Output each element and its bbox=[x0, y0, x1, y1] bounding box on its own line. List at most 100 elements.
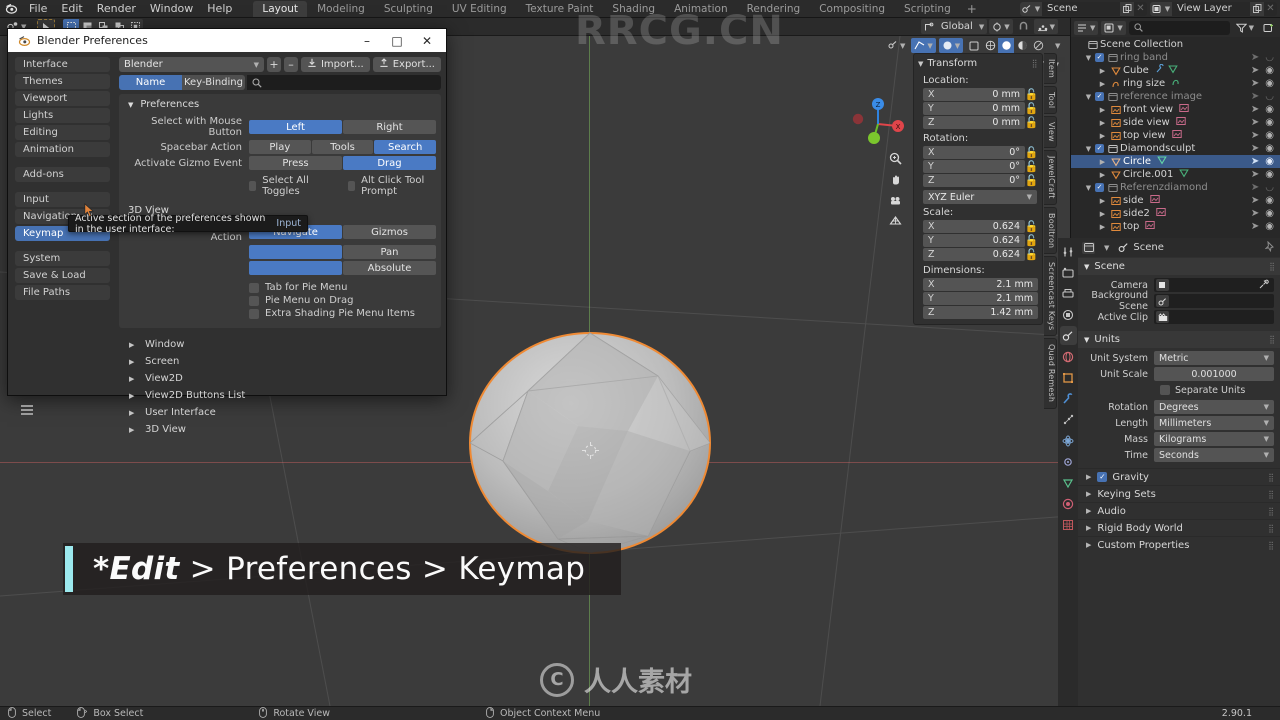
rotation-z-field[interactable]: Z 0° bbox=[923, 174, 1025, 187]
mass-units-dropdown[interactable]: Kilograms ▼ bbox=[1154, 432, 1274, 446]
remove-icon[interactable]: ✕ bbox=[1264, 3, 1277, 14]
sidebar-item-file-paths[interactable]: File Paths bbox=[15, 285, 110, 300]
render-icon[interactable] bbox=[1060, 263, 1077, 282]
lock-open-icon[interactable]: 🔓 bbox=[1025, 248, 1039, 261]
sidebar-item-input[interactable]: Input bbox=[15, 192, 110, 207]
restrict-select-icon[interactable]: ➤ bbox=[1251, 130, 1259, 141]
separate-units-row[interactable]: Separate Units bbox=[1084, 383, 1274, 397]
gravity-checkbox[interactable] bbox=[1097, 472, 1108, 482]
scene-name-value[interactable]: Scene bbox=[1042, 3, 1120, 14]
rotation-mode-dropdown[interactable]: XYZ Euler ▼ bbox=[923, 190, 1037, 204]
chevron-down-icon[interactable]: ▼ bbox=[1083, 184, 1094, 192]
restrict-select-icon[interactable]: ➤ bbox=[1251, 65, 1259, 76]
alt-click-tool-prompt-checkbox[interactable] bbox=[347, 181, 356, 191]
sidebar-tab-screencast-keys[interactable]: Screencast Keys bbox=[1044, 256, 1057, 337]
option-search[interactable]: Search bbox=[374, 140, 437, 154]
gravity-panel-header[interactable]: ▶ Gravity ⣿ bbox=[1078, 468, 1280, 485]
dimensions-z-field[interactable]: Z 1.42 mm bbox=[923, 306, 1038, 319]
show-gizmo-icon[interactable]: ▼ bbox=[884, 38, 908, 53]
keymap-search-input[interactable] bbox=[247, 75, 441, 90]
extra-shading-pie-menu-items-check[interactable]: Extra Shading Pie Menu Items bbox=[249, 307, 436, 320]
outliner-row-side[interactable]: ▶ side ➤ ◉ bbox=[1071, 194, 1280, 207]
filter-icon[interactable]: ▼ bbox=[1233, 21, 1257, 35]
chevron-down-icon[interactable]: ▼ bbox=[1083, 145, 1094, 153]
restrict-select-icon[interactable]: ➤ bbox=[1251, 182, 1259, 193]
add-preset-button[interactable]: + bbox=[266, 57, 281, 72]
time-units-dropdown[interactable]: Seconds ▼ bbox=[1154, 448, 1274, 462]
restrict-select-icon[interactable]: ➤ bbox=[1251, 104, 1259, 115]
export-keymap-button[interactable]: Export... bbox=[372, 57, 441, 72]
tool-icon[interactable] bbox=[1060, 242, 1077, 261]
collection-checkbox[interactable] bbox=[1094, 144, 1105, 153]
remove-preset-button[interactable]: – bbox=[283, 57, 298, 72]
collection-checkbox[interactable] bbox=[1094, 53, 1105, 62]
close-button[interactable]: ✕ bbox=[412, 30, 442, 52]
keying-sets-panel-header[interactable]: ▶ Keying Sets ⣿ bbox=[1078, 485, 1280, 502]
scene-icon[interactable]: ▼ bbox=[1020, 1, 1042, 16]
outliner-search-input[interactable] bbox=[1128, 20, 1230, 35]
image-data-icon[interactable] bbox=[1145, 220, 1156, 233]
mesh-data-icon[interactable] bbox=[1168, 64, 1178, 77]
option-tools[interactable]: Tools bbox=[311, 140, 374, 154]
keymap-row-user-interface[interactable]: ▶ User Interface bbox=[129, 404, 441, 421]
workspace-tab-uv-editing[interactable]: UV Editing bbox=[443, 1, 516, 17]
hide-icon[interactable]: ◉ bbox=[1265, 78, 1274, 89]
sidebar-item-interface[interactable]: Interface bbox=[15, 57, 110, 72]
units-panel-header[interactable]: ▼ Units ⣿ bbox=[1078, 331, 1280, 348]
pie-menu-on-drag-checkbox[interactable] bbox=[249, 295, 259, 306]
outliner-editor-type-icon[interactable]: ▼ bbox=[1074, 20, 1099, 35]
navigation-gizmo[interactable]: X Z bbox=[848, 94, 904, 150]
location-x-field[interactable]: X 0 mm bbox=[923, 88, 1025, 101]
scale-y-field[interactable]: Y 0.624 bbox=[923, 234, 1025, 247]
chevron-down-icon[interactable]: ▼ bbox=[1083, 93, 1094, 101]
option-right[interactable]: Right bbox=[343, 120, 436, 134]
sidebar-tab-jewelcraft[interactable]: JewelCraft bbox=[1044, 150, 1057, 205]
keymap-row-3d-view[interactable]: ▶ 3D View bbox=[129, 421, 441, 438]
option-left[interactable]: Left bbox=[249, 120, 342, 134]
lock-open-icon[interactable]: 🔓 bbox=[1025, 146, 1039, 159]
magnet-icon[interactable] bbox=[1015, 19, 1032, 34]
shading-dropdown-caret[interactable]: ▼ bbox=[1049, 38, 1064, 53]
hamburger-menu-icon[interactable] bbox=[20, 404, 34, 419]
rotation-x-field[interactable]: X 0° bbox=[923, 146, 1025, 159]
view-layer-icon[interactable]: ▼ bbox=[1150, 1, 1172, 16]
filter-tab-key-binding[interactable]: Key-Binding bbox=[182, 75, 245, 90]
chevron-right-icon[interactable]: ▶ bbox=[1097, 132, 1108, 140]
chevron-right-icon[interactable]: ▶ bbox=[1097, 67, 1108, 75]
pin-icon[interactable] bbox=[1264, 240, 1276, 255]
keymap-row-view2d[interactable]: ▶ View2D bbox=[129, 370, 441, 387]
outliner-row-ring-band[interactable]: ▼ ring band ➤◡ bbox=[1071, 51, 1280, 64]
sidebar-tab-booltron[interactable]: Booltron bbox=[1044, 206, 1057, 255]
sidebar-tab-quad-remesh[interactable]: Quad Remesh bbox=[1044, 338, 1057, 409]
minimize-button[interactable]: – bbox=[352, 30, 382, 52]
scale-x-field[interactable]: X 0.624 bbox=[923, 220, 1025, 233]
outliner-row-cube[interactable]: ▶ Cube ➤ ◉ bbox=[1071, 63, 1280, 77]
chevron-right-icon[interactable]: ▶ bbox=[1097, 119, 1108, 127]
dimensions-y-field[interactable]: Y 2.1 mm bbox=[923, 292, 1038, 305]
hide-icon[interactable]: ◉ bbox=[1265, 156, 1274, 167]
snap-target-dropdown[interactable]: ▼ bbox=[989, 19, 1013, 34]
lock-open-icon[interactable]: 🔓 bbox=[1025, 160, 1039, 173]
outliner-row-top[interactable]: ▶ top ➤ ◉ bbox=[1071, 220, 1280, 233]
hide-icon[interactable]: ◉ bbox=[1265, 117, 1274, 128]
blender-logo-icon[interactable] bbox=[0, 2, 22, 15]
select-all-toggles-check[interactable]: Select All Toggles bbox=[249, 175, 326, 197]
outliner-row-front-view[interactable]: ▶ front view ➤ ◉ bbox=[1071, 103, 1280, 116]
hide-icon[interactable]: ◉ bbox=[1265, 65, 1274, 76]
separate-units-checkbox[interactable] bbox=[1160, 385, 1170, 395]
outliner-row-reference-image[interactable]: ▼ reference image ➤◡ bbox=[1071, 90, 1280, 103]
keymap-row-window[interactable]: ▶ Window bbox=[129, 336, 441, 353]
chevron-right-icon[interactable]: ▶ bbox=[1097, 210, 1108, 218]
outliner-row-referenzdiamond[interactable]: ▼ Referenzdiamond ➤◡ bbox=[1071, 181, 1280, 194]
lock-open-icon[interactable]: 🔓 bbox=[1025, 234, 1039, 247]
sidebar-tab-view[interactable]: View bbox=[1044, 116, 1057, 149]
scale-z-field[interactable]: Z 0.624 bbox=[923, 248, 1025, 261]
show-overlays-icon[interactable]: ▼ bbox=[911, 38, 936, 53]
hide-icon[interactable]: ◉ bbox=[1265, 221, 1274, 232]
outliner-row-side2[interactable]: ▶ side2 ➤ ◉ bbox=[1071, 207, 1280, 220]
zoom-icon[interactable] bbox=[886, 149, 905, 168]
option-drag[interactable]: Drag bbox=[343, 156, 436, 170]
active-clip-field[interactable] bbox=[1154, 310, 1274, 324]
sidebar-item-save-and-load[interactable]: Save & Load bbox=[15, 268, 110, 283]
tab-for-pie-menu-checkbox[interactable] bbox=[249, 282, 259, 293]
